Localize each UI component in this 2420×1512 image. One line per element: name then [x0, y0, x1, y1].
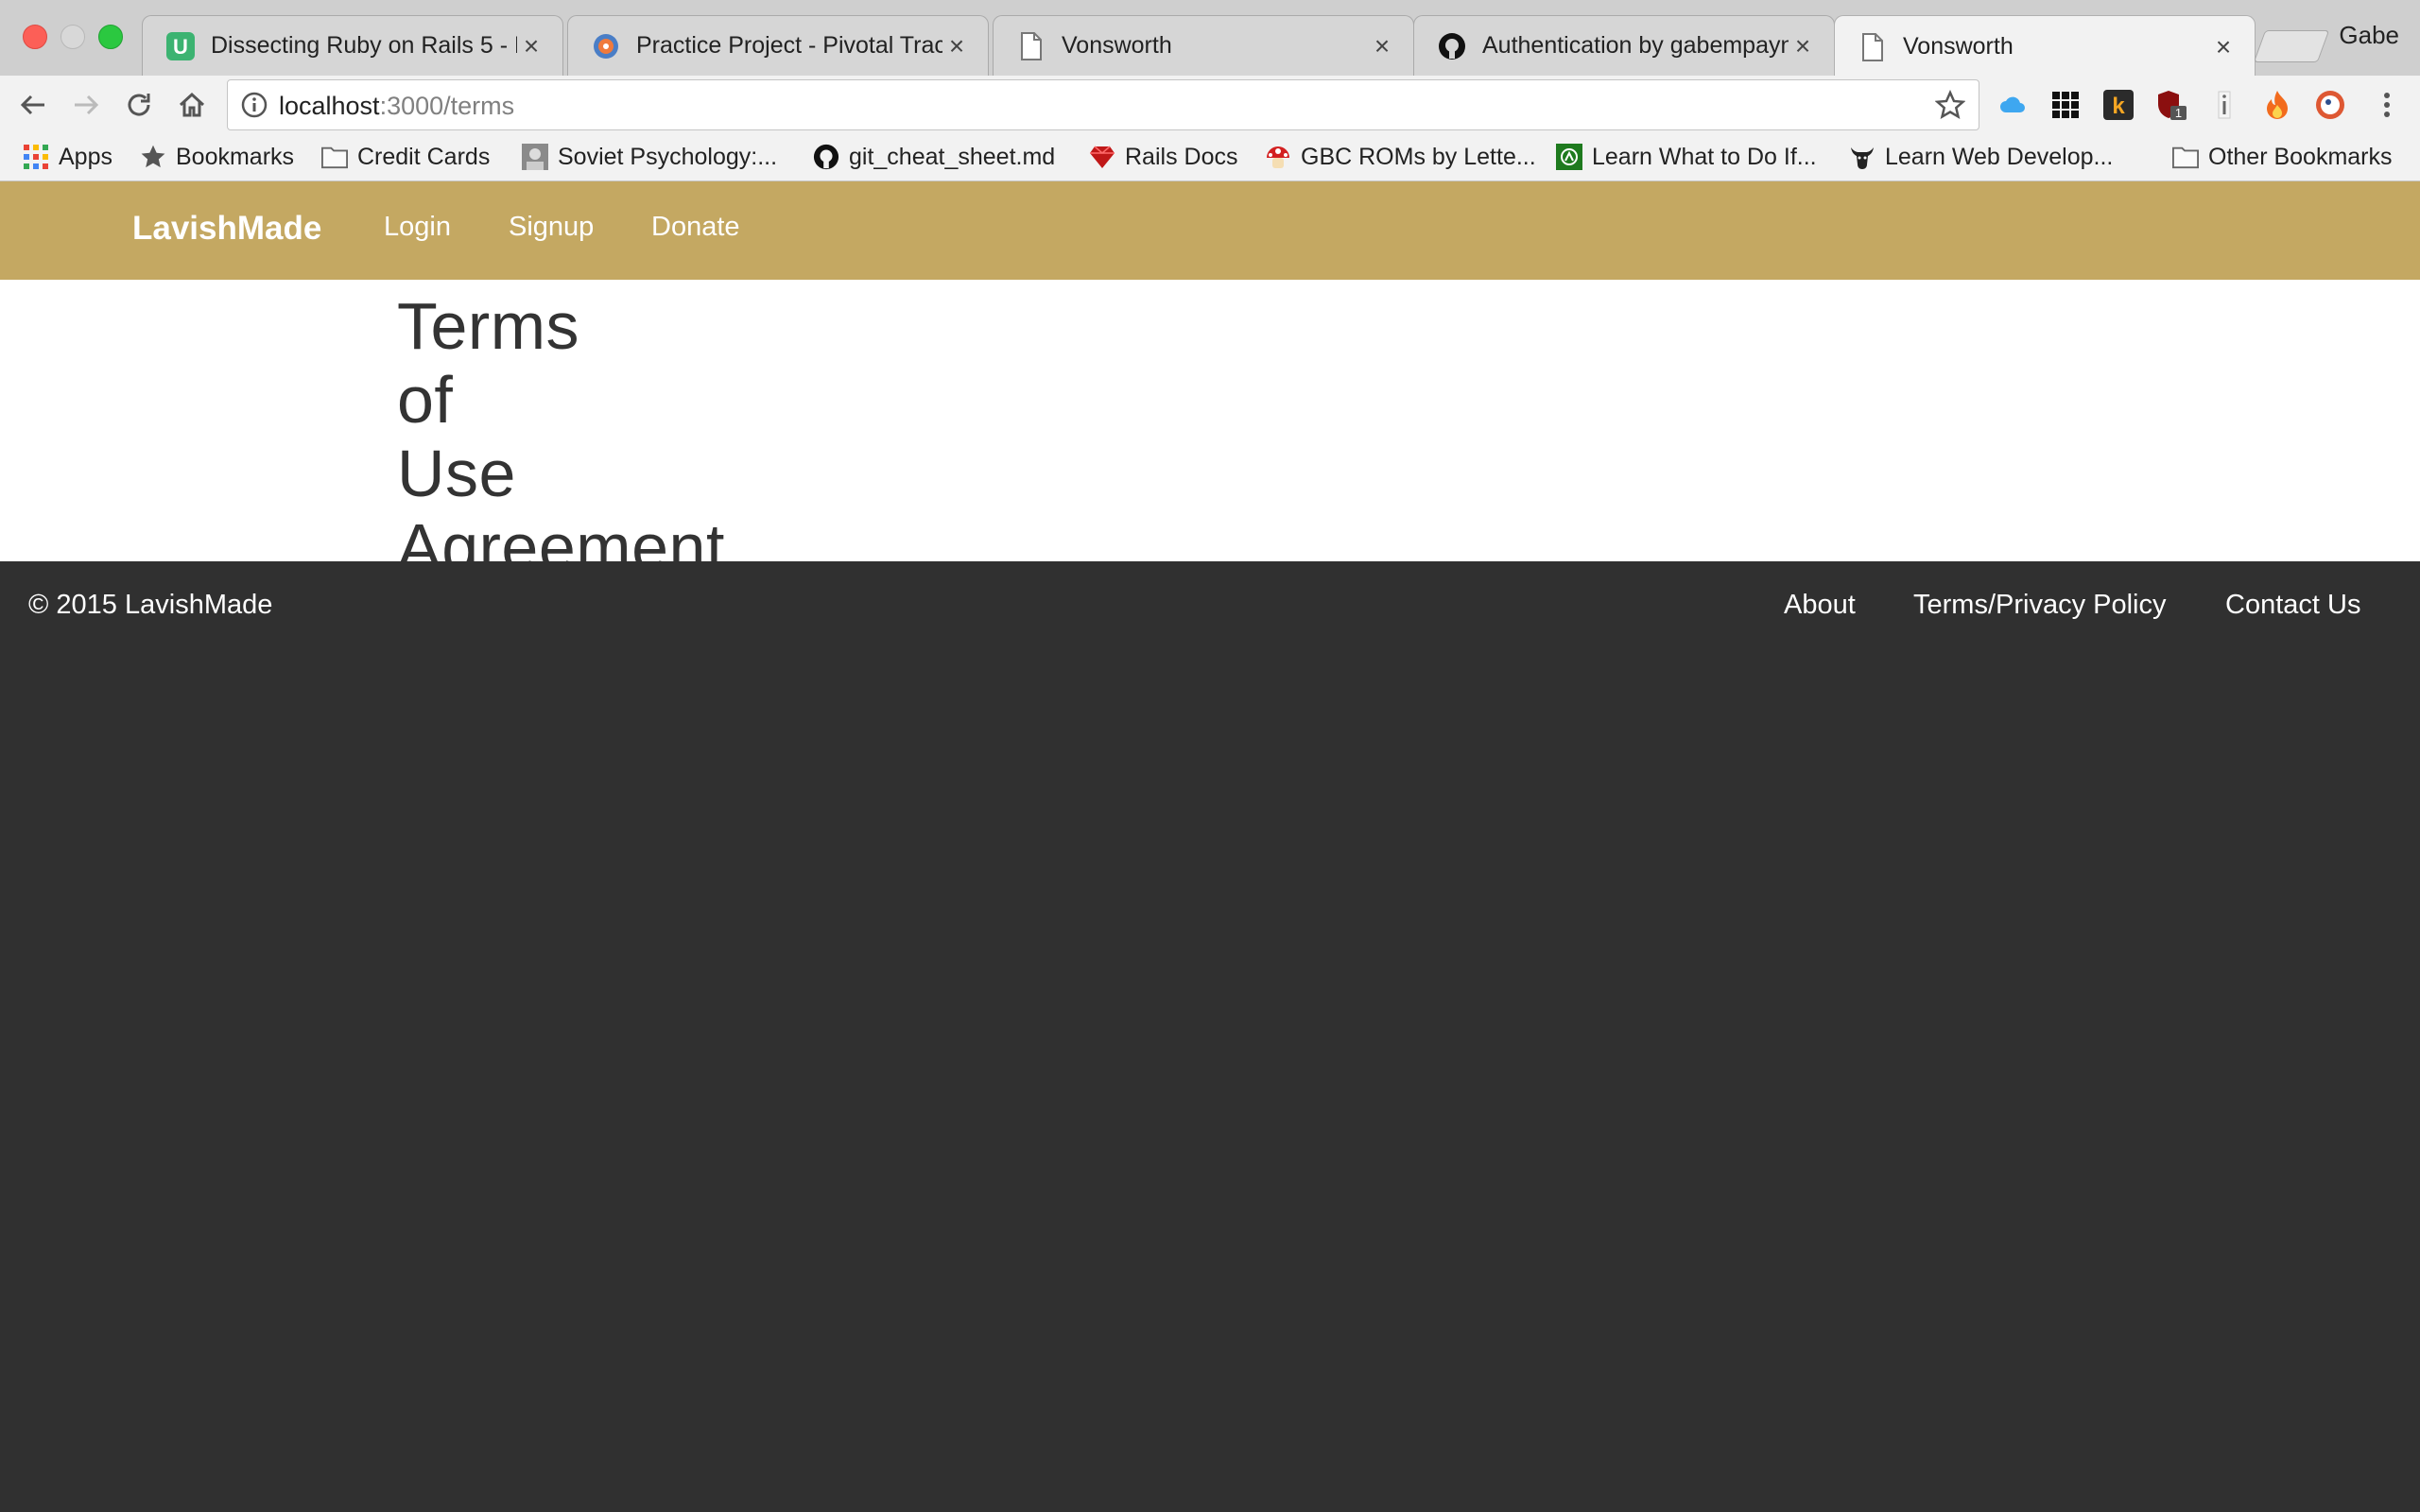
github-icon [1437, 31, 1467, 61]
bookmark-learn-what-to-do[interactable]: Learn What to Do If... [1556, 140, 1817, 174]
reload-icon[interactable] [119, 85, 159, 125]
svg-text:k: k [2112, 94, 2125, 119]
tab-title: Authentication by gabempayn [1482, 32, 1789, 59]
bookmark-label: Rails Docs [1125, 143, 1238, 170]
page-icon [1858, 32, 1888, 62]
bookmark-other-bookmarks[interactable]: Other Bookmarks [2172, 140, 2393, 174]
nav-signup-link[interactable]: Signup [509, 212, 594, 243]
site-navbar: LavishMade Login Signup Donate [0, 181, 2420, 280]
page-title-line: of [397, 363, 454, 437]
folder-icon [321, 144, 348, 170]
browser-tab[interactable]: Practice Project - Pivotal Trac × [567, 15, 989, 76]
footer-copyright: © 2015 LavishMade [28, 590, 273, 620]
home-icon[interactable] [172, 85, 212, 125]
browser-tab-strip: U Dissecting Ruby on Rails 5 - E × Pract… [0, 0, 2420, 76]
svg-text:U: U [173, 35, 188, 59]
close-tab-icon[interactable]: × [1368, 31, 1396, 60]
page-title-line: Use [397, 437, 516, 510]
close-tab-icon[interactable]: × [942, 31, 971, 60]
footer-about-link[interactable]: About [1784, 590, 1856, 621]
zoom-window-button[interactable] [98, 25, 123, 49]
bookmark-label: Learn Web Develop... [1885, 143, 2114, 170]
pivotal-tracker-icon [591, 31, 621, 61]
duckduckgo-extension-icon[interactable] [2314, 89, 2346, 121]
browser-tab[interactable]: U Dissecting Ruby on Rails 5 - E × [142, 15, 563, 76]
bookmark-learn-web-develop[interactable]: Learn Web Develop... [1849, 140, 2113, 174]
bookmark-label: git_cheat_sheet.md [849, 143, 1056, 170]
icloud-extension-icon[interactable] [1996, 89, 2029, 121]
browser-tab-active[interactable]: Vonsworth × [1834, 15, 2256, 76]
brand-logo-link[interactable]: LavishMade [132, 210, 321, 248]
bookmark-apps[interactable]: Apps [23, 140, 112, 174]
info-icon[interactable] [241, 92, 268, 123]
close-tab-icon[interactable]: × [517, 31, 545, 60]
forward-arrow-icon[interactable] [66, 85, 106, 125]
bookmark-label: Bookmarks [176, 143, 295, 170]
grid-extension-icon[interactable] [2049, 89, 2082, 121]
bookmark-label: Learn What to Do If... [1592, 143, 1817, 170]
bookmark-label: Soviet Psychology:... [558, 143, 778, 170]
tab-title: Vonsworth [1903, 33, 2014, 60]
extension-badge-count: 1 [2175, 106, 2182, 120]
bookmark-rails-docs[interactable]: Rails Docs [1089, 140, 1237, 174]
bookmark-label: Apps [59, 143, 112, 170]
folder-icon [2172, 144, 2199, 170]
nav-donate-link[interactable]: Donate [651, 212, 740, 243]
bookmark-git-cheat-sheet[interactable]: git_cheat_sheet.md [813, 140, 1055, 174]
ublock-extension-icon[interactable]: 1 [2155, 89, 2187, 121]
bookmark-star-icon[interactable] [1934, 89, 1966, 125]
github-icon [813, 144, 839, 170]
footer-contact-link[interactable]: Contact Us [2225, 590, 2360, 621]
browser-tab[interactable]: Authentication by gabempayn × [1413, 15, 1835, 76]
bookmark-label: GBC ROMs by Lette... [1301, 143, 1536, 170]
footer-terms-link[interactable]: Terms/Privacy Policy [1913, 590, 2167, 621]
bookmark-label: Credit Cards [357, 143, 491, 170]
udemy-icon: U [165, 31, 196, 61]
k-extension-icon[interactable]: k [2102, 89, 2135, 121]
bookmark-soviet-psychology[interactable]: Soviet Psychology:... [522, 140, 777, 174]
minimize-window-button[interactable] [60, 25, 85, 49]
back-arrow-icon[interactable] [13, 85, 53, 125]
bookmark-gbc-roms[interactable]: GBC ROMs by Lette... [1265, 140, 1536, 174]
bookmark-folder-credit-cards[interactable]: Credit Cards [321, 140, 490, 174]
browser-toolbar: localhost:3000/terms k 1 [0, 76, 2420, 134]
tab-title: Practice Project - Pivotal Trac [636, 32, 942, 59]
tab-title: Dissecting Ruby on Rails 5 - E [211, 32, 517, 59]
close-tab-icon[interactable]: × [1789, 31, 1817, 60]
site-footer: © 2015 LavishMade About Terms/Privacy Po… [0, 561, 2420, 1512]
apps-grid-icon [23, 144, 49, 170]
new-tab-button[interactable] [2253, 30, 2330, 62]
profile-name[interactable]: Gabe [2339, 21, 2399, 50]
bull-icon [1849, 144, 1876, 170]
mushroom-icon [1265, 144, 1291, 170]
close-tab-icon[interactable]: × [2209, 32, 2238, 61]
ruby-icon [1089, 144, 1115, 170]
bookmarks-bar: Apps Bookmarks Credit Cards Soviet Psych… [0, 134, 2420, 181]
portrait-icon [522, 144, 548, 170]
star-icon [140, 144, 166, 170]
url-text: localhost:3000/terms [279, 92, 515, 120]
flame-extension-icon[interactable] [2261, 89, 2293, 121]
close-window-button[interactable] [23, 25, 47, 49]
browser-tab[interactable]: Vonsworth × [993, 15, 1414, 76]
bookmark-label: Other Bookmarks [2208, 143, 2393, 170]
menu-dots-icon[interactable] [2371, 89, 2403, 121]
page-icon [1016, 31, 1046, 61]
info-extension-icon[interactable] [2208, 89, 2240, 121]
address-bar[interactable]: localhost:3000/terms [227, 79, 1979, 130]
nav-login-link[interactable]: Login [384, 212, 451, 243]
green-badge-icon [1556, 144, 1582, 170]
bookmark-bookmarks[interactable]: Bookmarks [140, 140, 294, 174]
page-title-line: Terms [397, 289, 580, 363]
tab-title: Vonsworth [1062, 32, 1172, 59]
